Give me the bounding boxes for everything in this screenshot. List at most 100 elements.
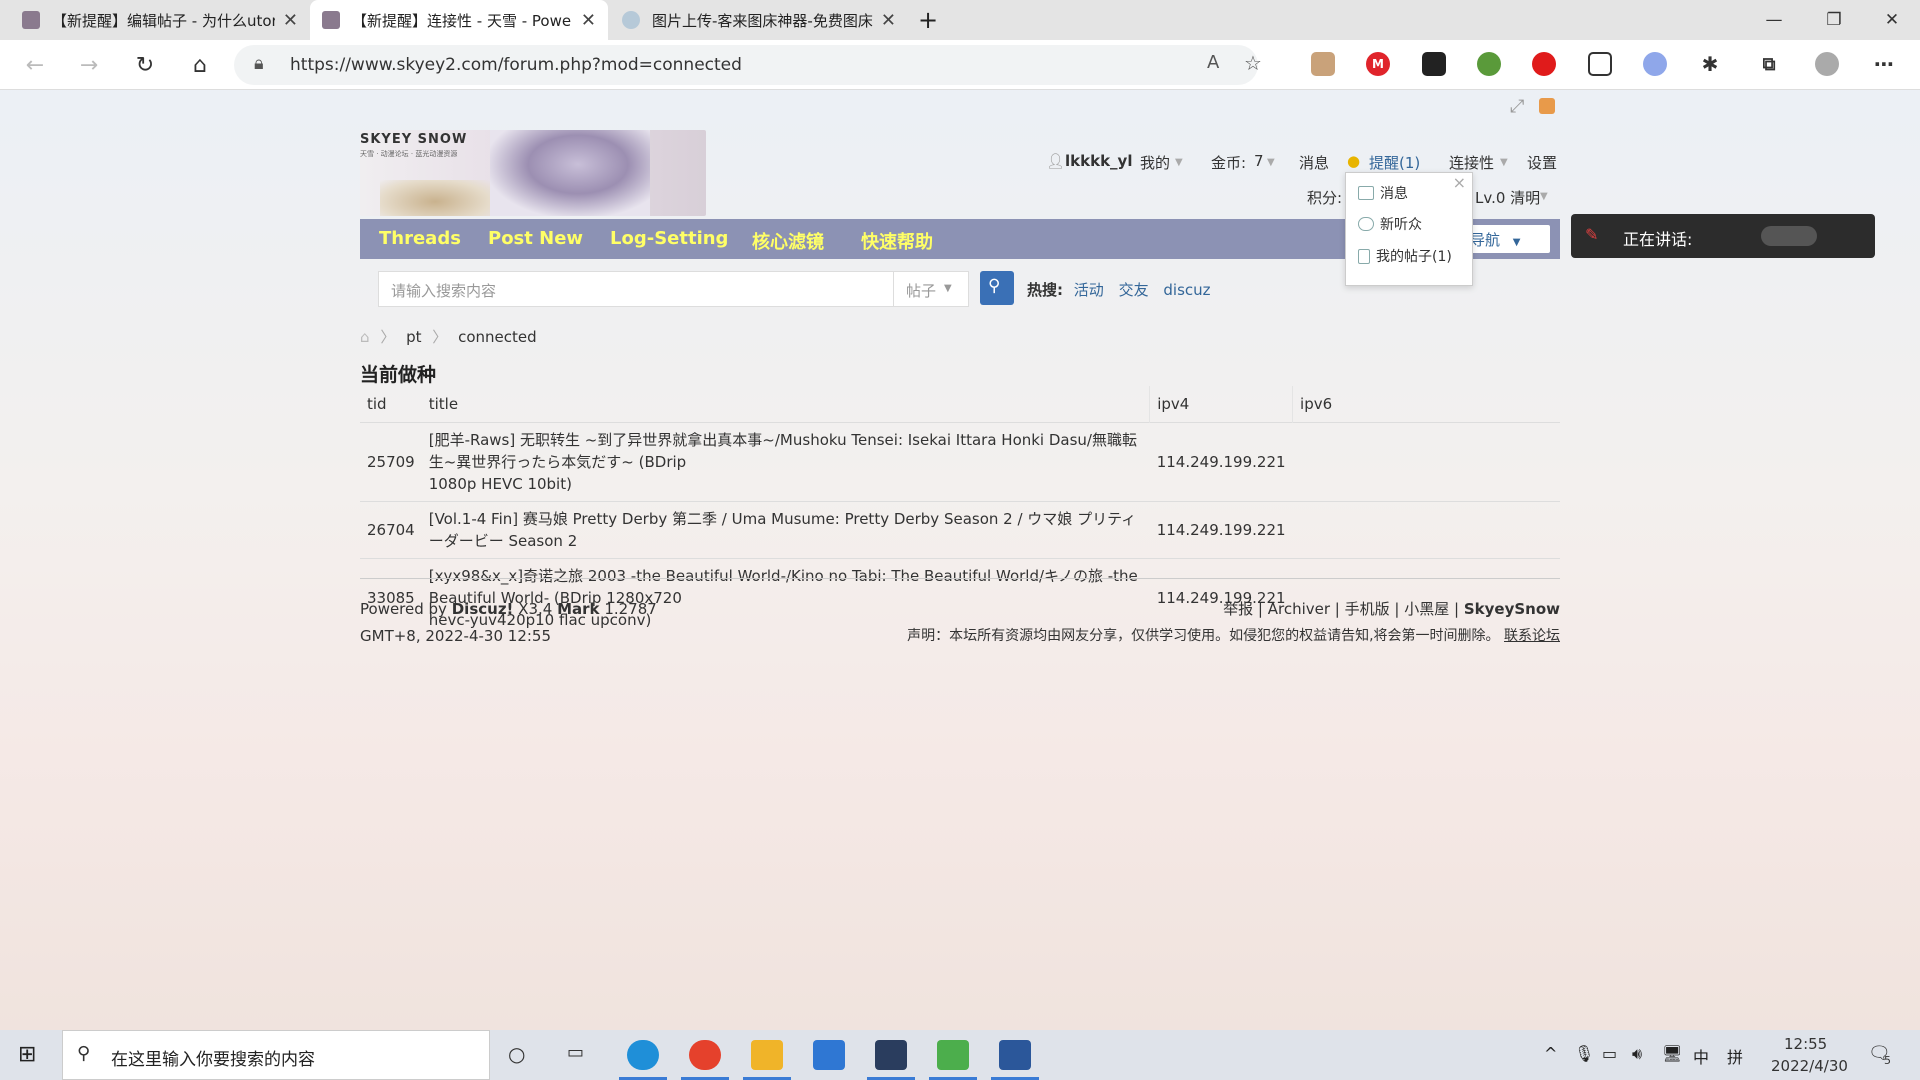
word-icon[interactable]: [999, 1040, 1031, 1070]
search-input[interactable]: 请输入搜索内容: [378, 271, 894, 307]
close-icon[interactable]: ×: [1453, 173, 1466, 192]
utorrent-icon[interactable]: [937, 1040, 969, 1070]
settings-link[interactable]: 设置: [1527, 152, 1557, 173]
footer-link-archiver[interactable]: Archiver: [1268, 600, 1330, 618]
breadcrumb-item[interactable]: connected: [458, 328, 537, 346]
disclaimer-text: 声明：本坛所有资源均由网友分享，仅供学习使用。如侵犯您的权益请告知,将会第一时间…: [907, 628, 1500, 644]
forward-button[interactable]: →: [72, 48, 106, 82]
show-hidden-icons-icon[interactable]: ^: [1544, 1044, 1557, 1063]
read-aloud-icon[interactable]: A: [1207, 52, 1219, 73]
extension-m-icon[interactable]: M: [1366, 52, 1390, 76]
task-view-icon[interactable]: ▭: [567, 1042, 584, 1063]
edge-icon[interactable]: [627, 1040, 659, 1070]
qr-code-icon[interactable]: [1588, 52, 1612, 76]
back-button[interactable]: ←: [18, 48, 52, 82]
footer-link-mobile[interactable]: 手机版: [1345, 600, 1390, 618]
nav-core-filter[interactable]: 核心滤镜: [752, 228, 824, 254]
browser-tab-3[interactable]: 图片上传-客来图床神器-免费图床 ✕: [610, 0, 908, 40]
cortana-icon[interactable]: ○: [508, 1042, 525, 1066]
breadcrumb-item[interactable]: pt: [406, 328, 421, 346]
expand-icon[interactable]: ⤢: [1510, 96, 1524, 117]
extension-avatar-icon[interactable]: [1311, 52, 1335, 76]
windows-start-icon[interactable]: ⊞: [18, 1042, 36, 1067]
hot-search-item[interactable]: discuz: [1163, 281, 1210, 299]
more-menu-icon[interactable]: ⋯: [1872, 52, 1896, 76]
browser-tab-2[interactable]: 【新提醒】连接性 - 天雪 - Powe ✕: [310, 0, 608, 40]
popup-item-messages[interactable]: 消息: [1358, 183, 1408, 203]
search-button[interactable]: ⚲: [980, 271, 1014, 305]
messages-link[interactable]: 消息: [1299, 152, 1329, 173]
popup-item-label: 我的帖子(1): [1376, 249, 1452, 265]
my-menu[interactable]: 我的: [1140, 152, 1170, 173]
extension-panda-icon[interactable]: [1422, 52, 1446, 76]
refresh-button[interactable]: ↻: [128, 48, 162, 82]
mark-link[interactable]: Mark: [557, 600, 599, 618]
nav-post-new[interactable]: Post New: [488, 228, 583, 249]
username-link[interactable]: lkkkk_yl: [1065, 152, 1132, 170]
title-cell[interactable]: [肥羊-Raws] 无职转生 ~到了异世界就拿出真本事~/Mushoku Ten…: [421, 421, 1150, 501]
color-picker-icon[interactable]: [1539, 98, 1555, 114]
volume-icon[interactable]: 🔊︎: [1632, 1044, 1642, 1064]
search-type-label: 帖子: [906, 282, 937, 300]
reminder-link[interactable]: 提醒(1): [1369, 152, 1420, 173]
popup-item-my-posts[interactable]: 我的帖子(1): [1358, 246, 1452, 266]
app-cat-icon[interactable]: [875, 1040, 907, 1070]
hot-search-item[interactable]: 交友: [1119, 281, 1149, 299]
ime-mode[interactable]: 拼: [1727, 1044, 1743, 1068]
ime-language[interactable]: 中: [1693, 1044, 1709, 1068]
collections-icon[interactable]: ⧉: [1757, 52, 1781, 76]
speaking-widget[interactable]: ✎ 正在讲话:: [1571, 214, 1875, 258]
footer-link-site[interactable]: SkyeySnow: [1464, 600, 1560, 618]
level-label[interactable]: Lv.0 清明: [1475, 187, 1540, 208]
battery-icon[interactable]: ▭: [1602, 1044, 1617, 1063]
search-type-select[interactable]: 帖子 ▼: [893, 271, 969, 307]
clock-date[interactable]: 2022/4/30: [1771, 1057, 1848, 1075]
table-header-row: tid title ipv4 ipv6: [360, 386, 1560, 422]
title-line: [肥羊-Raws] 无职转生 ~到了异世界就拿出真本事~/Mushoku Ten…: [428, 430, 1137, 471]
address-bar[interactable]: 🔒︎ https://www.skyey2.com/forum.php?mod=…: [234, 45, 1262, 85]
favorite-star-icon[interactable]: ☆: [1244, 51, 1262, 75]
restore-button[interactable]: ❐: [1806, 0, 1862, 40]
browser-tab-1[interactable]: 【新提醒】编辑帖子 - 为什么utor ✕: [10, 0, 310, 40]
home-button[interactable]: ⌂: [183, 48, 217, 82]
extension-search-icon[interactable]: [1643, 52, 1667, 76]
extension-power-icon[interactable]: [1532, 52, 1556, 76]
clock-time[interactable]: 12:55: [1784, 1035, 1827, 1053]
new-tab-button[interactable]: +: [908, 0, 948, 40]
network-icon[interactable]: 🖥︎: [1662, 1044, 1682, 1063]
home-icon[interactable]: ⌂: [360, 328, 370, 346]
taskbar-search-input[interactable]: ⚲ 在这里输入你要搜索的内容: [62, 1030, 490, 1080]
extension-globe-icon[interactable]: [1477, 52, 1501, 76]
site-banner[interactable]: SKYEY SNOW 天雪 · 动漫论坛 · 蓝光动漫资源: [360, 130, 706, 216]
close-tab-icon[interactable]: ✕: [881, 10, 896, 31]
coins-label[interactable]: 金币:: [1211, 152, 1246, 173]
minimize-button[interactable]: —: [1746, 0, 1802, 40]
footer-link-report[interactable]: 举报: [1223, 600, 1253, 618]
close-tab-icon[interactable]: ✕: [581, 10, 596, 31]
muted-mic-icon[interactable]: ✎: [1585, 225, 1598, 244]
nav-threads[interactable]: Threads: [379, 228, 461, 249]
close-window-button[interactable]: ✕: [1864, 0, 1920, 40]
footer-link-blacklist[interactable]: 小黑屋: [1404, 600, 1449, 618]
discuz-link[interactable]: Discuz!: [452, 600, 514, 618]
extensions-puzzle-icon[interactable]: ✱: [1698, 52, 1722, 76]
popup-item-new-followers[interactable]: 新听众: [1358, 214, 1422, 234]
document-icon: [1358, 248, 1370, 264]
nav-log-setting[interactable]: Log-Setting: [610, 228, 728, 249]
mark-version-text: 1.2787: [604, 600, 657, 618]
close-tab-icon[interactable]: ✕: [283, 10, 298, 31]
hot-search-item[interactable]: 活动: [1074, 281, 1104, 299]
contact-link[interactable]: 联系论坛: [1504, 628, 1560, 644]
microphone-icon[interactable]: 🎙︎: [1574, 1044, 1594, 1063]
chrome-icon[interactable]: [689, 1040, 721, 1070]
file-explorer-icon[interactable]: [751, 1040, 783, 1070]
profile-avatar-icon[interactable]: [1815, 52, 1839, 76]
title-cell[interactable]: [Vol.1-4 Fin] 赛马娘 Pretty Derby 第二季 / Uma…: [421, 500, 1150, 558]
footer-time: GMT+8, 2022-4-30 12:55: [360, 627, 552, 645]
url-text[interactable]: https://www.skyey2.com/forum.php?mod=con…: [290, 55, 742, 75]
nav-quick-help[interactable]: 快速帮助: [861, 228, 933, 254]
speaker-avatars: [1761, 226, 1817, 246]
chevron-down-icon: ▼: [1267, 157, 1275, 168]
connectivity-menu[interactable]: 连接性: [1449, 152, 1494, 173]
mail-icon[interactable]: [813, 1040, 845, 1070]
